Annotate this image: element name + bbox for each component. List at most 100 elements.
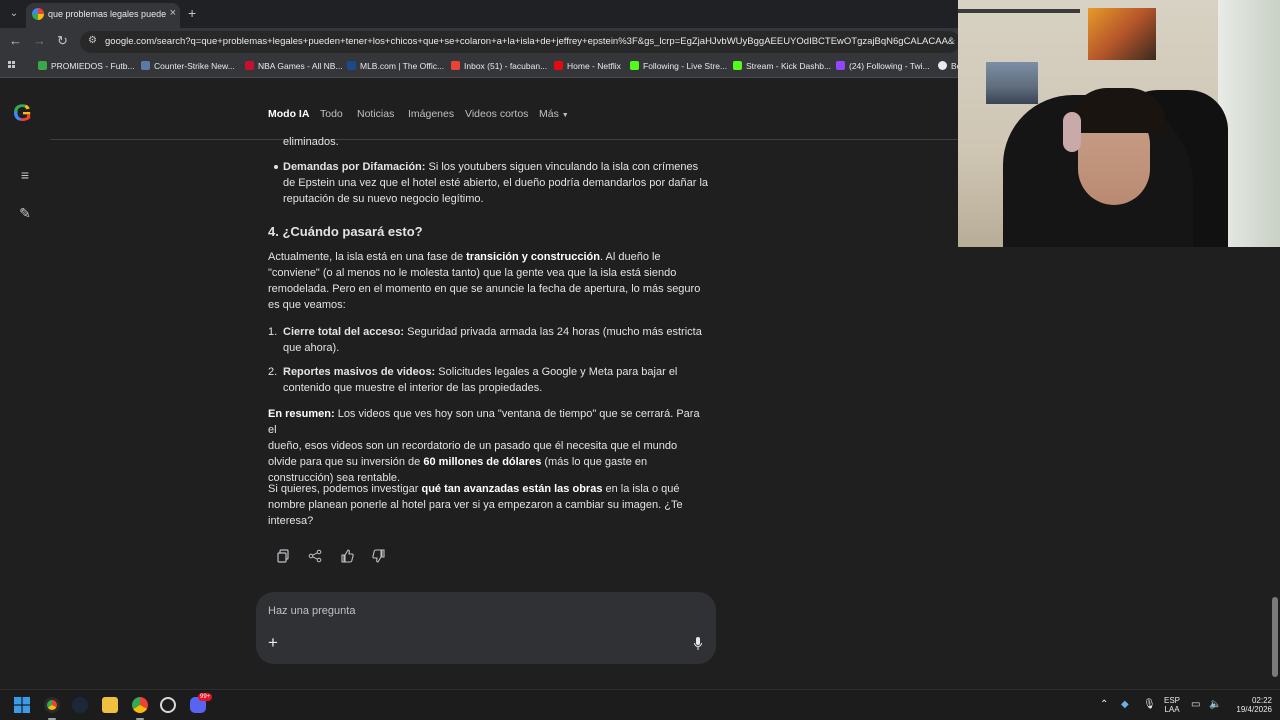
list-item: Cierre total del acceso: Seguridad priva… <box>283 324 708 356</box>
dropdown-caret-icon: ▼ <box>561 112 569 119</box>
address-bar[interactable]: ⚙ google.com/search?q=que+problemas+lega… <box>80 31 960 53</box>
followup-text: nombre planean ponerle al hotel para ver… <box>268 499 683 511</box>
paragraph-text: "conviene" (o al menos no le molesta tan… <box>268 267 677 279</box>
followup-bold: qué tan avanzadas están las obras <box>421 483 603 495</box>
chrome-profile-taskbar-icon[interactable] <box>132 697 148 713</box>
windows-start-icon[interactable] <box>14 697 30 713</box>
bullet-icon <box>274 165 278 169</box>
bookmark-item[interactable]: Following - Live Stre... <box>630 61 727 71</box>
bookmark-item[interactable]: Home - Netflix <box>554 61 621 71</box>
list-text: contenido que muestre el interior de las… <box>283 382 543 394</box>
bookmark-label: Following - Live Stre... <box>643 61 728 71</box>
bullet-item: Demandas por Difamación: Si los youtuber… <box>283 159 708 207</box>
clock[interactable]: 02:22 19/4/2026 <box>1224 696 1272 714</box>
bookmark-item[interactable]: (24) Following - Twi... <box>836 61 930 71</box>
bookmark-label: MLB.com | The Offic... <box>360 61 445 71</box>
language-indicator[interactable]: ESP LAA <box>1162 696 1182 714</box>
network-app-icon[interactable]: ◆ <box>1121 700 1129 710</box>
answer-fragment: eliminados. <box>283 136 339 148</box>
followup-text: en la isla o qué <box>602 483 680 495</box>
summary-text: olvide para que su inversión de <box>268 456 424 468</box>
bookmark-label: NBA Games - All NB... <box>258 61 343 71</box>
bookmark-label: Inbox (51) - facuban... <box>464 61 548 71</box>
back-icon[interactable]: ← <box>9 34 22 48</box>
tab-noticias[interactable]: Noticias <box>357 108 394 120</box>
bookmark-favicon-icon <box>347 61 356 70</box>
answer-paragraph: Actualmente, la isla está en una fase de… <box>268 249 708 313</box>
list-text: Solicitudes legales a Google y Meta para… <box>435 366 678 378</box>
clock-time: 02:22 <box>1251 696 1272 705</box>
summary-text: dueño, esos videos son un recordatorio d… <box>268 440 678 452</box>
bookmark-label: Stream - Kick Dashb... <box>746 61 832 71</box>
new-chat-edit-icon[interactable]: ✎ <box>17 205 33 221</box>
bookmark-item[interactable]: PROMIEDOS - Futb... <box>38 61 135 71</box>
paragraph-text: es que veamos: <box>268 299 346 311</box>
bookmark-favicon-icon <box>630 61 639 70</box>
obs-taskbar-icon[interactable] <box>160 697 176 713</box>
paragraph-text: . Al dueño le <box>600 251 661 263</box>
tray-overflow-icon[interactable]: ⌃ <box>1100 700 1108 710</box>
tab-mas[interactable]: Más ▼ <box>539 108 569 120</box>
summary-bold: En resumen: <box>268 408 335 420</box>
paragraph-bold: transición y construcción <box>466 251 600 263</box>
file-explorer-icon[interactable] <box>102 697 118 713</box>
paragraph-text: Actualmente, la isla está en una fase de <box>268 251 467 263</box>
bookmark-favicon-icon <box>245 61 254 70</box>
thumbs-up-icon[interactable] <box>340 549 354 563</box>
google-favicon-icon <box>32 8 44 20</box>
windows-taskbar: 99+ ⌃ ◆ 🎙 ESP LAA ▭ 🔈 02:22 19/4/2026 <box>0 689 1280 720</box>
bookmark-item[interactable]: Counter-Strike New... <box>141 61 235 71</box>
steam-taskbar-icon[interactable] <box>72 697 88 713</box>
clock-date: 19/4/2026 <box>1236 705 1272 714</box>
paragraph-text: remodelada. Pero en el momento en que se… <box>268 283 701 295</box>
left-rail: G ≡ ✎ <box>0 79 50 687</box>
bookmark-item[interactable]: NBA Games - All NB... <box>245 61 343 71</box>
bookmark-label: Counter-Strike New... <box>154 61 235 71</box>
webcam-wall-sword <box>958 9 1080 13</box>
summary-bold: 60 millones de dólares <box>423 456 542 468</box>
google-logo-icon[interactable]: G <box>13 102 32 126</box>
history-list-icon[interactable]: ≡ <box>17 167 33 183</box>
followup-text: Si quieres, podemos investigar <box>268 483 422 495</box>
bullet-text: Si los youtubers siguen vinculando la is… <box>425 161 699 173</box>
ask-input-box[interactable]: Haz una pregunta + <box>256 592 716 664</box>
notification-badge: 99+ <box>198 693 213 701</box>
ask-input[interactable]: Haz una pregunta <box>268 605 355 617</box>
bookmark-favicon-icon <box>938 61 947 70</box>
bookmark-favicon-icon <box>38 61 47 70</box>
add-attachment-button[interactable]: + <box>268 634 278 651</box>
reload-icon[interactable]: ↻ <box>57 34 68 48</box>
webcam-photo-frame <box>986 62 1038 104</box>
tab-close-icon[interactable]: × <box>170 7 176 19</box>
forward-icon[interactable]: → <box>33 34 46 48</box>
bookmark-item[interactable]: Inbox (51) - facuban... <box>451 61 547 71</box>
tab-imagenes[interactable]: Imágenes <box>408 108 454 120</box>
tab-videos-cortos[interactable]: Videos cortos <box>465 108 528 120</box>
copy-icon[interactable] <box>276 549 290 563</box>
bullet-text: de Epstein una vez que el hotel esté abi… <box>283 177 709 189</box>
microphone-tray-icon[interactable]: 🎙 <box>1143 700 1156 710</box>
share-icon[interactable] <box>308 549 322 563</box>
bookmark-favicon-icon <box>733 61 742 70</box>
tab-search-icon[interactable]: ⌄ <box>6 6 22 22</box>
tab-modo-ia[interactable]: Modo IA <box>268 108 309 120</box>
tab-title: que problemas legales pueden <box>48 9 166 19</box>
webcam-headphone <box>1063 112 1081 152</box>
list-text: Seguridad privada armada las 24 horas (m… <box>404 326 702 338</box>
scrollbar-thumb[interactable] <box>1272 597 1278 677</box>
display-icon[interactable]: ▭ <box>1191 700 1200 710</box>
tab-active[interactable]: que problemas legales pueden × <box>26 3 180 28</box>
bookmark-item[interactable]: Stream - Kick Dashb... <box>733 61 831 71</box>
volume-icon[interactable]: 🔈 <box>1209 700 1221 710</box>
apps-grid-icon[interactable] <box>8 61 18 71</box>
tab-todo[interactable]: Todo <box>320 108 343 120</box>
followup-paragraph: Si quieres, podemos investigar qué tan a… <box>268 481 708 529</box>
chrome-taskbar-icon[interactable] <box>44 697 60 713</box>
bookmark-item[interactable]: MLB.com | The Offic... <box>347 61 444 71</box>
summary-text: (más lo que gaste en <box>541 456 648 468</box>
new-tab-button[interactable]: + <box>188 6 196 20</box>
microphone-icon[interactable] <box>694 637 702 650</box>
thumbs-down-icon[interactable] <box>372 549 386 563</box>
url-text[interactable]: google.com/search?q=que+problemas+legale… <box>105 36 955 47</box>
site-info-icon[interactable]: ⚙ <box>88 35 97 46</box>
